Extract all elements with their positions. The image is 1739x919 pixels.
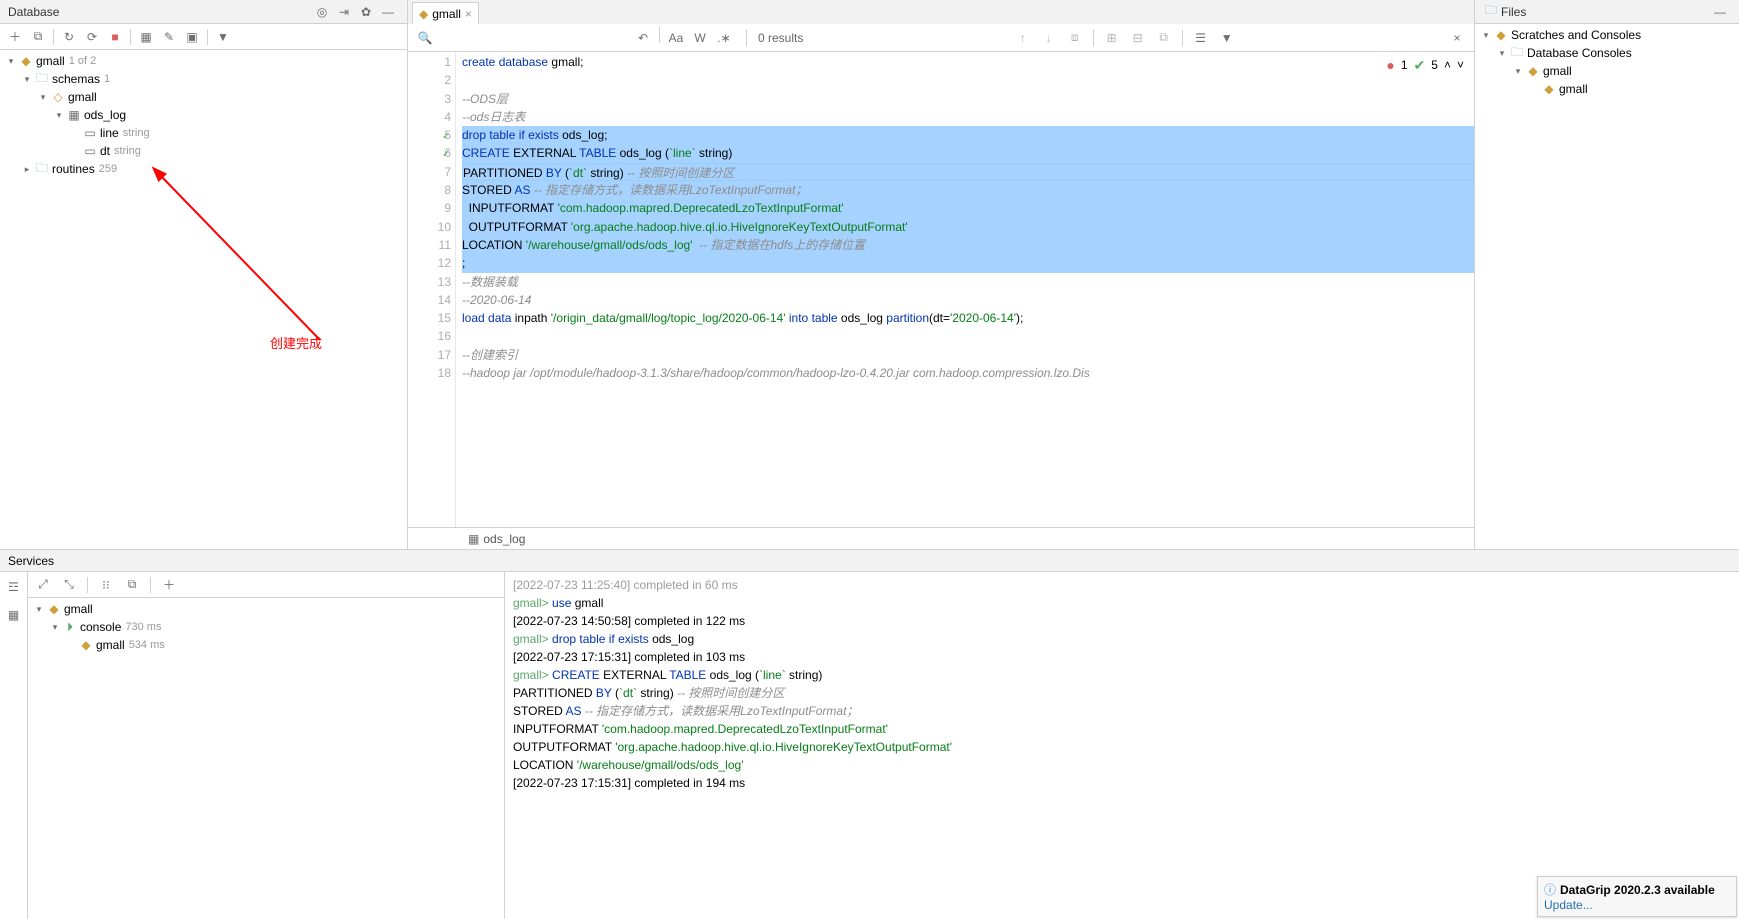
- tree-node-datasource[interactable]: ▾◆ gmall 1 of 2: [0, 52, 407, 70]
- select-all-icon[interactable]: ⧈: [1064, 27, 1086, 49]
- search-icon[interactable]: 🔍: [414, 27, 436, 49]
- tree-node-table-odslog[interactable]: ▾▦ ods_log: [0, 106, 407, 124]
- files-panel-title: Files: [1501, 5, 1709, 19]
- update-link[interactable]: Update...: [1544, 898, 1593, 912]
- services-tree[interactable]: ▾◆gmall ▾⏵console730 ms ◆gmall534 ms: [28, 598, 504, 919]
- tree-node-column-line[interactable]: ▭ line string: [0, 124, 407, 142]
- add-icon[interactable]: ＋: [4, 26, 26, 48]
- services-node-console[interactable]: ▾⏵console730 ms: [28, 618, 504, 636]
- annotation-arrow: [140, 160, 340, 360]
- database-panel: Database ◎ ⇥ ✿ — ＋ ⧉ ↻ ⟳ ■ ▦ ✎ ▣ ▼ ▾◆ gm…: [0, 0, 408, 549]
- pin-icon[interactable]: ⧉: [121, 574, 143, 596]
- files-node-root[interactable]: ▾◆Scratches and Consoles: [1475, 26, 1739, 44]
- services-panel: Services ☲ ▦ ⤢ ⤡ ⁝⁝ ⧉ ＋ ▾◆gmall ▾⏵co: [0, 550, 1739, 919]
- services-node-query[interactable]: ◆gmall534 ms: [28, 636, 504, 654]
- sync-icon[interactable]: ⟳: [81, 26, 103, 48]
- editor-search-bar: 🔍 ↶ Aa W .∗ 0 results ↑ ↓ ⧈ ⊞ ⊟ ⧉ ☰: [408, 24, 1474, 52]
- collapse-all-icon[interactable]: ⤡: [58, 574, 80, 596]
- add-sel-icon[interactable]: ⊞: [1101, 27, 1123, 49]
- code-editor[interactable]: 12345✓6✓789101112131415161718 ●1 ✔5 ˄ ˅ …: [408, 52, 1474, 527]
- database-tree[interactable]: ▾◆ gmall 1 of 2 ▾🗀 schemas 1 ▾◇ gmall ▾▦…: [0, 50, 407, 549]
- warning-icon: ✔: [1414, 56, 1426, 74]
- hide-icon[interactable]: —: [377, 1, 399, 23]
- remove-sel-icon[interactable]: ⊟: [1127, 27, 1149, 49]
- files-hide-icon[interactable]: —: [1709, 1, 1731, 23]
- chevron-down-icon[interactable]: ˅: [1457, 56, 1464, 74]
- gutter: 12345✓6✓789101112131415161718: [408, 52, 456, 527]
- files-panel: 🗀 Files — ▾◆Scratches and Consoles ▾🗀Dat…: [1474, 0, 1739, 549]
- editor-status: ●1 ✔5 ˄ ˅: [1386, 56, 1464, 74]
- grid-icon[interactable]: ▦: [3, 604, 25, 626]
- refresh-icon[interactable]: ↻: [58, 26, 80, 48]
- sel-all-icon[interactable]: ⧉: [1153, 27, 1175, 49]
- search-input[interactable]: [444, 31, 584, 45]
- chevron-up-icon[interactable]: ˄: [1444, 56, 1451, 74]
- files-node-file[interactable]: ◆gmall: [1475, 80, 1739, 98]
- results-label: 0 results: [758, 31, 803, 45]
- jump-icon[interactable]: ▣: [181, 26, 203, 48]
- editor-tab-bar: ◆ gmall ×: [408, 0, 1474, 24]
- database-toolbar: ＋ ⧉ ↻ ⟳ ■ ▦ ✎ ▣ ▼: [0, 24, 407, 50]
- files-tree[interactable]: ▾◆Scratches and Consoles ▾🗀Database Cons…: [1475, 24, 1739, 549]
- add-service-icon[interactable]: ＋: [158, 574, 180, 596]
- files-node-dbc[interactable]: ▾🗀Database Consoles: [1475, 44, 1739, 62]
- table-icon: ▦: [468, 532, 479, 546]
- filter-search-icon[interactable]: ☰: [1190, 27, 1212, 49]
- info-icon: ⓘ: [1544, 881, 1556, 898]
- expand-all-icon[interactable]: ⤢: [32, 574, 54, 596]
- code-body[interactable]: ●1 ✔5 ˄ ˅ create database gmall;--ODS层--…: [456, 52, 1474, 527]
- annotation-text: 创建完成: [270, 333, 322, 352]
- filter-icon[interactable]: ▼: [212, 26, 234, 48]
- database-panel-title: Database: [8, 5, 311, 19]
- error-icon: ●: [1386, 56, 1394, 74]
- services-title: Services: [8, 554, 54, 568]
- tree-node-column-dt[interactable]: ▭ dt string: [0, 142, 407, 160]
- edit-icon[interactable]: ✎: [158, 26, 180, 48]
- collapse-icon[interactable]: ⇥: [333, 1, 355, 23]
- files-node-ds[interactable]: ▾◆gmall: [1475, 62, 1739, 80]
- services-gutter: ☲ ▦: [0, 572, 28, 919]
- settings-icon[interactable]: ✿: [355, 1, 377, 23]
- stop-icon[interactable]: ■: [104, 26, 126, 48]
- filter2-icon[interactable]: ▼: [1216, 27, 1238, 49]
- update-notification[interactable]: ⓘ DataGrip 2020.2.3 available Update...: [1537, 876, 1737, 917]
- tree-node-routines[interactable]: ▸🗀 routines 259: [0, 160, 407, 178]
- files-icon: 🗀: [1483, 4, 1499, 20]
- nav-down-icon[interactable]: ↓: [1038, 27, 1060, 49]
- database-panel-header: Database ◎ ⇥ ✿ —: [0, 0, 407, 24]
- tree-node-schemas[interactable]: ▾🗀 schemas 1: [0, 70, 407, 88]
- close-search-icon[interactable]: ×: [1446, 27, 1468, 49]
- layout-icon[interactable]: ☲: [3, 576, 25, 598]
- group-icon[interactable]: ⁝⁝: [95, 574, 117, 596]
- breadcrumb: ▦ ods_log: [408, 527, 1474, 549]
- duplicate-icon[interactable]: ⧉: [27, 26, 49, 48]
- tree-node-schema-gmall[interactable]: ▾◇ gmall: [0, 88, 407, 106]
- services-toolbar: ⤢ ⤡ ⁝⁝ ⧉ ＋: [28, 572, 504, 598]
- editor-tab-gmall[interactable]: ◆ gmall ×: [412, 2, 479, 24]
- prev-history-icon[interactable]: ↶: [632, 27, 654, 49]
- nav-up-icon[interactable]: ↑: [1012, 27, 1034, 49]
- regex-icon[interactable]: .∗: [713, 27, 735, 49]
- console-icon: ◆: [419, 7, 428, 21]
- target-icon[interactable]: ◎: [311, 1, 333, 23]
- words-icon[interactable]: W: [689, 27, 711, 49]
- console-output[interactable]: [2022-07-23 11:25:40] completed in 60 ms…: [505, 572, 1739, 919]
- services-node-root[interactable]: ▾◆gmall: [28, 600, 504, 618]
- close-icon[interactable]: ×: [465, 7, 472, 21]
- editor-area: ◆ gmall × 🔍 ↶ Aa W .∗ 0 results ↑ ↓ ⧈: [408, 0, 1474, 549]
- table-view-icon[interactable]: ▦: [135, 26, 157, 48]
- case-icon[interactable]: Aa: [665, 27, 687, 49]
